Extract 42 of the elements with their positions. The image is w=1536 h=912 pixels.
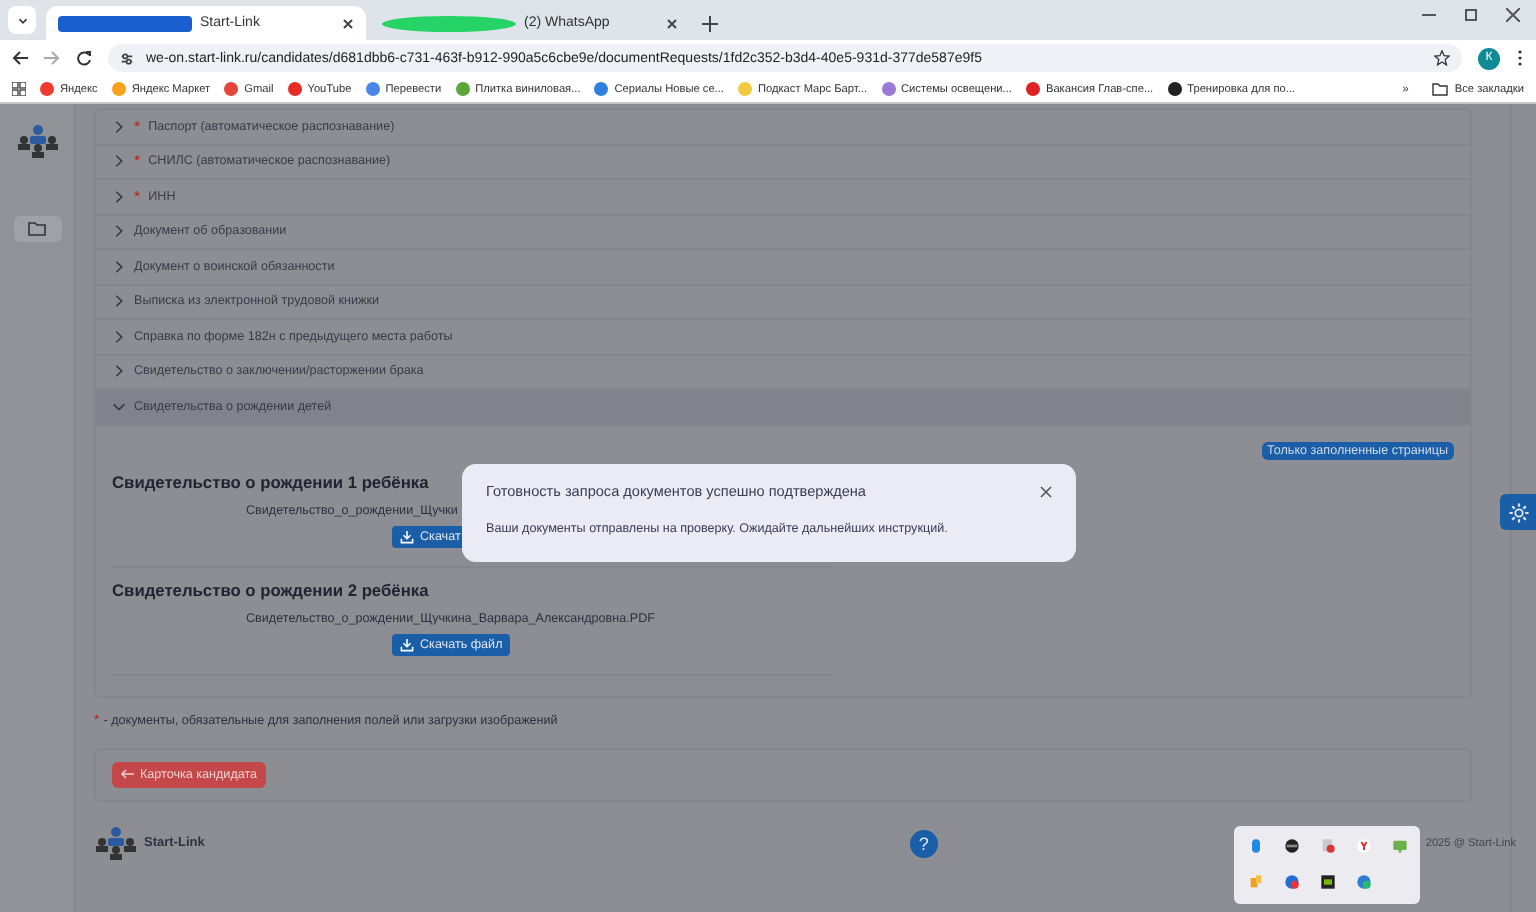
required-mark: *: [134, 187, 141, 206]
new-tab-icon[interactable]: [702, 16, 718, 32]
chevron-right-icon: [112, 154, 126, 169]
chevron-down-icon: [112, 399, 126, 414]
chevron-right-icon: [112, 329, 126, 344]
star-icon[interactable]: [1434, 50, 1450, 66]
restore-icon[interactable]: [1464, 8, 1478, 22]
site-settings-icon[interactable]: [120, 51, 134, 65]
tray-app-icon[interactable]: [1320, 874, 1336, 890]
certificate-title: Свидетельство о рождении 2 ребёнка: [112, 579, 429, 599]
footer-logo-icon: [94, 825, 138, 861]
logo-icon: [15, 124, 59, 160]
chevron-right-icon: [112, 224, 126, 239]
chevron-right-icon: [112, 189, 126, 204]
chevron-right-icon: [112, 364, 126, 379]
close-button[interactable]: [1040, 485, 1052, 497]
settings-button[interactable]: [1500, 494, 1536, 530]
download-icon: [400, 529, 414, 543]
tray-app-icon[interactable]: [1284, 838, 1300, 854]
chevron-right-icon: [112, 119, 126, 134]
reload-icon[interactable]: [76, 50, 92, 66]
close-icon[interactable]: [666, 17, 678, 29]
chevron-right-icon: [112, 259, 126, 274]
folder-icon: [28, 222, 46, 236]
back-arrow-icon: [120, 768, 134, 780]
required-mark: *: [134, 152, 141, 171]
help-button[interactable]: ?: [909, 829, 938, 857]
documents-nav-button[interactable]: [13, 216, 61, 242]
settings-icon: [1507, 501, 1529, 523]
close-icon[interactable]: [342, 17, 354, 29]
download-icon: [400, 637, 414, 651]
certificate-title: Свидетельство о рождении 1 ребёнка: [112, 471, 429, 491]
required-mark: *: [134, 117, 141, 136]
folder-icon: [1432, 82, 1449, 96]
close-icon[interactable]: [1506, 8, 1520, 22]
apps-grid-icon[interactable]: [12, 82, 26, 96]
minimize-icon[interactable]: [1422, 8, 1436, 22]
tab-search-icon[interactable]: [15, 13, 29, 27]
chevron-right-icon: [112, 294, 126, 309]
back-arrow-icon[interactable]: [12, 50, 28, 66]
menu-icon[interactable]: [1516, 50, 1524, 66]
close-icon: [1040, 485, 1052, 497]
